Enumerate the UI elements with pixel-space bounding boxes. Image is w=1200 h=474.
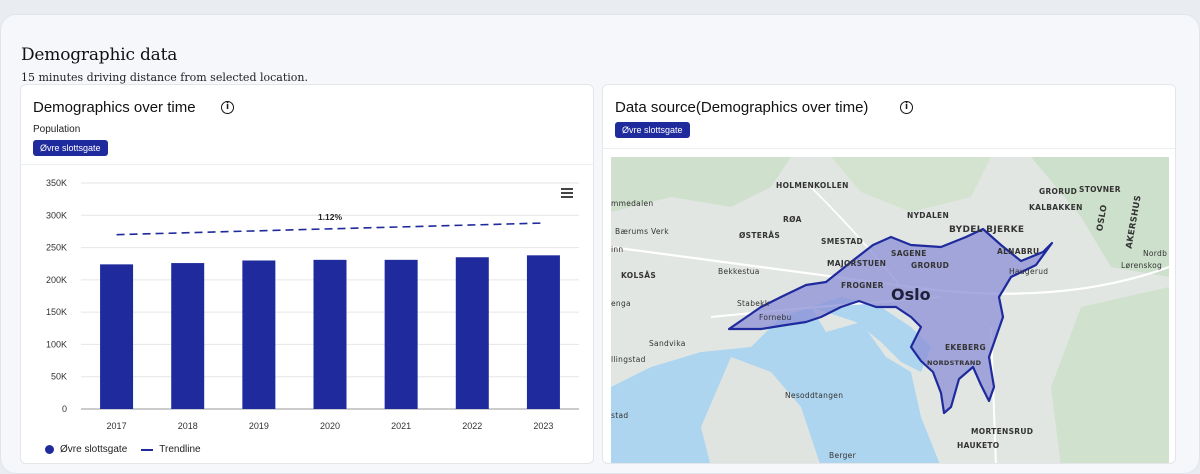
map-label: inn: [611, 245, 624, 254]
map-label: HOLMENKOLLEN: [776, 181, 849, 190]
map-label: EKEBERG: [945, 343, 986, 352]
bar[interactable]: [313, 259, 347, 409]
map-label: mmedalen: [611, 199, 654, 208]
location-chip[interactable]: Øvre slottsgate: [615, 122, 690, 138]
map-label: FROGNER: [841, 281, 884, 290]
x-tick-label: 2023: [533, 421, 553, 431]
legend-item-trendline[interactable]: Trendline: [141, 444, 201, 455]
map-label: SAGENE: [891, 249, 927, 258]
map-label: SMESTAD: [821, 237, 864, 246]
legend-dash-icon: [141, 448, 154, 451]
map-label: stad: [611, 411, 629, 420]
map-label: KOLSÅS: [621, 271, 657, 280]
map-label: GRORUD: [1039, 187, 1078, 196]
bar[interactable]: [455, 257, 489, 409]
legend-item-series[interactable]: Øvre slottsgate: [45, 444, 127, 455]
location-chip[interactable]: Øvre slottsgate: [33, 140, 108, 156]
map-label: Bærums Verk: [615, 227, 669, 236]
map-label: GRORUD: [911, 261, 950, 270]
bar[interactable]: [171, 263, 205, 409]
trendline: [116, 222, 544, 236]
map-view[interactable]: HOLMENKOLLEN mmedalen RØA Bærums Verk ØS…: [611, 157, 1169, 463]
demographics-chart-card: Demographics over time i Population Øvre…: [20, 84, 594, 464]
map-label: ØSTERÅS: [739, 231, 781, 240]
y-tick-label: 350K: [46, 178, 67, 188]
map-label: STOVNER: [1079, 185, 1121, 194]
map-label: NORDSTRAND: [927, 359, 982, 367]
x-tick-label: 2017: [107, 421, 127, 431]
map-label: Nesoddtangen: [785, 391, 844, 400]
map-label: RØA: [783, 215, 802, 224]
map-label: Nordb: [1143, 249, 1168, 258]
bar[interactable]: [526, 255, 560, 409]
card-title: Demographics over time: [33, 99, 196, 116]
map-label: llingstad: [611, 355, 646, 364]
chart-legend: Øvre slottsgate Trendline: [45, 444, 201, 455]
map-label: Bekkestua: [718, 267, 760, 276]
map-label: BYDEL BJERKE: [949, 225, 1025, 235]
x-tick-label: 2020: [320, 421, 340, 431]
population-label: Population: [33, 124, 81, 135]
x-tick-label: 2019: [249, 421, 269, 431]
x-tick-label: 2022: [462, 421, 482, 431]
card-title: Data source(Demographics over time): [615, 99, 869, 116]
map-label: Sandvika: [649, 339, 686, 348]
y-tick-label: 100K: [46, 339, 67, 349]
bar[interactable]: [100, 264, 134, 409]
y-tick-label: 50K: [51, 372, 67, 382]
map-label: enga: [611, 299, 631, 308]
map-label: MORTENSRUD: [971, 427, 1034, 436]
map-label: Berger: [829, 451, 856, 460]
map-label: Lørenskog: [1121, 261, 1163, 270]
section-title: Demographic data: [21, 45, 178, 65]
map-label: Oslo: [891, 285, 931, 304]
y-tick-label: 0: [62, 404, 67, 414]
info-icon[interactable]: i: [900, 101, 913, 114]
y-tick-label: 150K: [46, 307, 67, 317]
map-label: Haugerud: [1009, 267, 1049, 276]
x-tick-label: 2021: [391, 421, 411, 431]
legend-trend-label: Trendline: [159, 444, 201, 455]
legend-series-label: Øvre slottsgate: [60, 444, 128, 455]
y-tick-label: 250K: [46, 243, 67, 253]
y-tick-label: 200K: [46, 275, 67, 285]
card-header: Demographics over time i Population Øvre…: [21, 85, 593, 165]
map-canvas: [611, 157, 1169, 463]
x-tick-label: 2018: [178, 421, 198, 431]
y-tick-label: 300K: [46, 210, 67, 220]
bar[interactable]: [242, 260, 276, 409]
map-label: ALNABRU: [997, 247, 1040, 256]
bar[interactable]: [384, 259, 418, 409]
map-label: KALBAKKEN: [1029, 203, 1083, 212]
map-label: Fornebu: [759, 313, 792, 322]
map-label: Stabekk: [737, 299, 770, 308]
section-subtitle: 15 minutes driving distance from selecte…: [21, 71, 308, 84]
map-label: MAJORSTUEN: [827, 259, 887, 268]
map-label: HAUKETO: [957, 441, 1000, 450]
trendline-annotation: 1.12%: [318, 212, 343, 222]
legend-dot-icon: [45, 445, 54, 454]
map-label: NYDALEN: [907, 211, 950, 220]
info-icon[interactable]: i: [221, 101, 234, 114]
data-source-card: Data source(Demographics over time) i Øv…: [602, 84, 1176, 464]
population-bar-chart: 0 50K 100K 150K 200K 250K 300K 350K 2017 2018 2019…: [46, 178, 579, 431]
card-header: Data source(Demographics over time) i Øv…: [603, 85, 1175, 149]
